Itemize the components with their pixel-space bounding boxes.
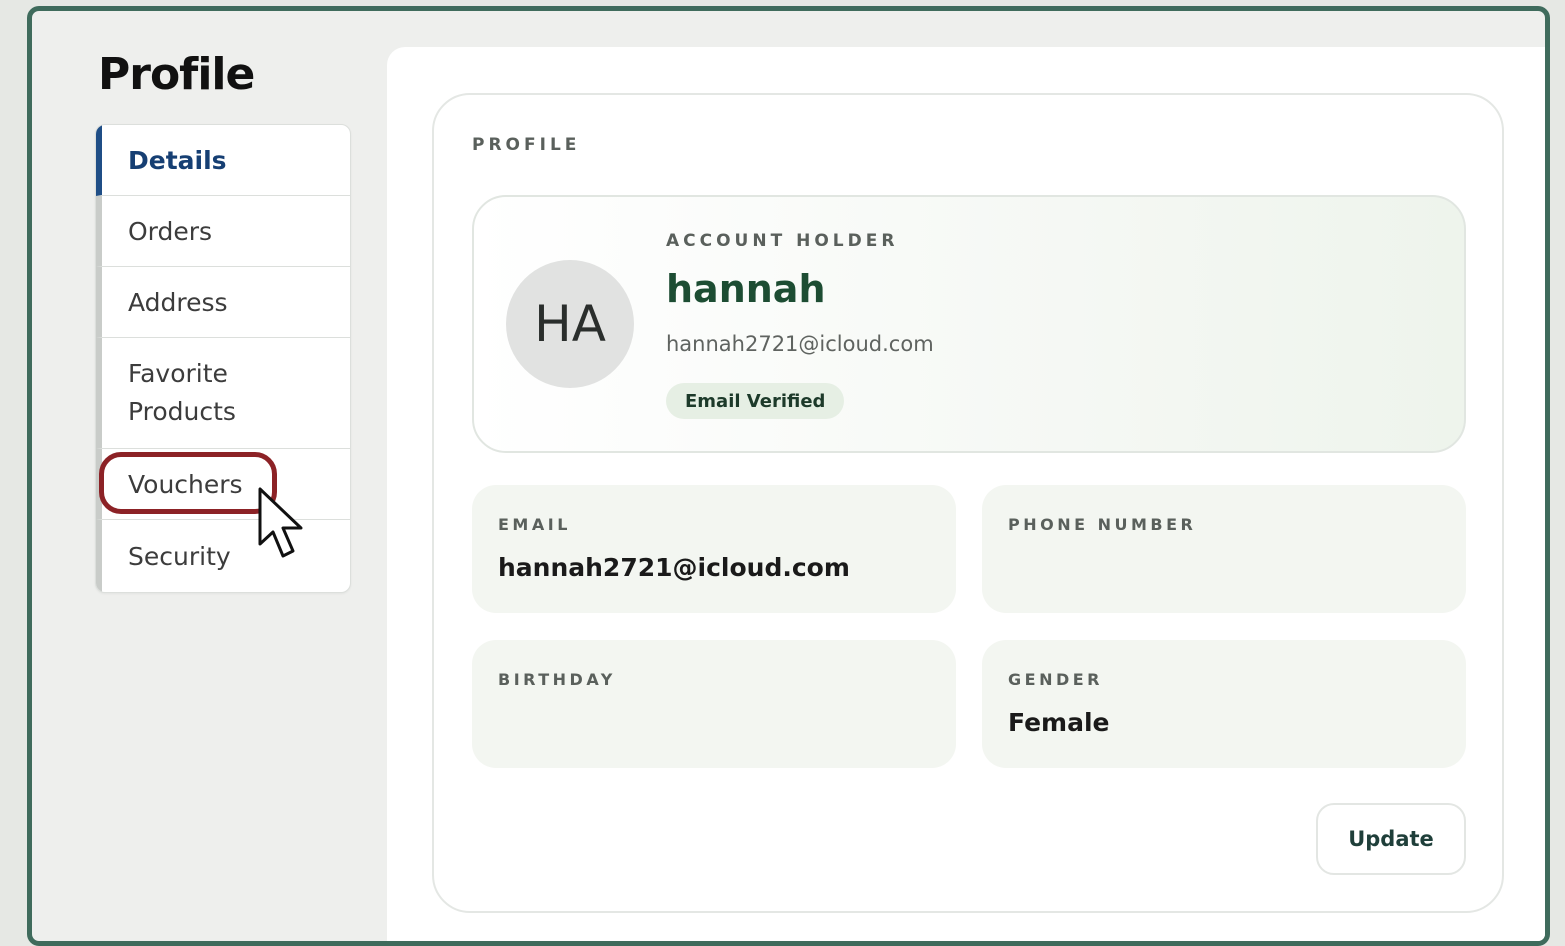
birthday-field: BIRTHDAY — [472, 640, 956, 768]
gender-field-label: GENDER — [1008, 670, 1103, 689]
email-field-label: EMAIL — [498, 515, 571, 534]
app-frame: Profile Details Orders Address Favorite … — [27, 6, 1550, 946]
sidebar-item-vouchers[interactable]: Vouchers — [96, 449, 350, 520]
avatar: HA — [506, 260, 634, 388]
main-panel: PROFILE HA ACCOUNT HOLDER hannah hannah2… — [387, 47, 1545, 941]
sidebar-item-orders[interactable]: Orders — [96, 196, 350, 267]
sidebar-item-security[interactable]: Security — [96, 520, 350, 592]
birthday-field-label: BIRTHDAY — [498, 670, 616, 689]
section-label: PROFILE — [472, 135, 581, 155]
profile-sidebar: Details Orders Address Favorite Products… — [95, 124, 351, 593]
phone-number-field-label: PHONE NUMBER — [1008, 515, 1197, 534]
email-field: EMAIL hannah2721@icloud.com — [472, 485, 956, 613]
sidebar-item-favorite-products[interactable]: Favorite Products — [96, 338, 350, 449]
mouse-pointer-icon — [258, 487, 303, 558]
email-verified-badge: Email Verified — [666, 383, 845, 419]
gender-field-value: Female — [1008, 708, 1110, 737]
phone-number-field: PHONE NUMBER — [982, 485, 1466, 613]
profile-card: PROFILE HA ACCOUNT HOLDER hannah hannah2… — [432, 93, 1504, 913]
gender-field: GENDER Female — [982, 640, 1466, 768]
update-button[interactable]: Update — [1316, 803, 1466, 875]
account-holder-card: HA ACCOUNT HOLDER hannah hannah2721@iclo… — [472, 195, 1466, 453]
sidebar-item-label: Favorite Products — [128, 359, 236, 426]
sidebar-item-details[interactable]: Details — [96, 125, 350, 196]
page-title: Profile — [98, 49, 255, 100]
account-holder-name: hannah — [666, 267, 826, 311]
account-holder-label: ACCOUNT HOLDER — [666, 231, 899, 251]
email-field-value: hannah2721@icloud.com — [498, 553, 850, 582]
account-holder-email: hannah2721@icloud.com — [666, 332, 934, 356]
sidebar-item-address[interactable]: Address — [96, 267, 350, 338]
